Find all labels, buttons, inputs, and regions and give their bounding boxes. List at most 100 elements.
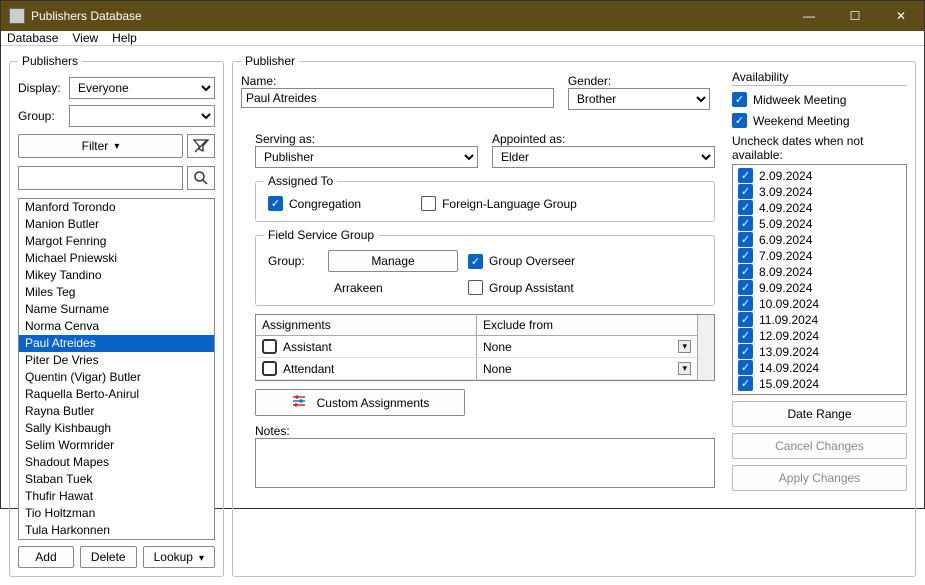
list-item[interactable]: Manion Butler: [19, 216, 214, 233]
dates-list[interactable]: 2.09.20243.09.2024 4.09.20245.09.20246.09…: [732, 164, 907, 395]
list-item[interactable]: Quentin (Vigar) Butler: [19, 369, 214, 386]
assignments-scrollbar[interactable]: [697, 315, 714, 380]
date-range-button[interactable]: Date Range: [732, 401, 907, 427]
delete-button[interactable]: Delete: [80, 546, 137, 568]
assignment-row: AttendantNone▾: [256, 358, 697, 380]
list-item[interactable]: Thufir Hawat: [19, 488, 214, 505]
search-input[interactable]: [18, 166, 183, 190]
assignments-header: Assignments: [256, 315, 477, 335]
checkbox-checked-icon: [738, 312, 753, 327]
list-item[interactable]: Manford Torondo: [19, 199, 214, 216]
checkbox-unchecked-icon: [421, 196, 436, 211]
list-item[interactable]: Raquella Berto-Anirul: [19, 386, 214, 403]
menu-view[interactable]: View: [72, 31, 98, 45]
date-row[interactable]: 4.09.2024: [736, 200, 903, 215]
group-label: Group:: [18, 109, 63, 123]
list-item[interactable]: Margot Fenring: [19, 233, 214, 250]
dropdown-icon[interactable]: ▾: [678, 362, 691, 375]
list-item[interactable]: Tula Harkonnen: [19, 522, 214, 539]
list-item[interactable]: Sally Kishbaugh: [19, 420, 214, 437]
list-item[interactable]: Tio Holtzman: [19, 505, 214, 522]
list-item[interactable]: Shadout Mapes: [19, 454, 214, 471]
date-row[interactable]: 9.09.2024: [736, 280, 903, 295]
serving-select[interactable]: Publisher: [255, 146, 478, 168]
date-label: 11.09.2024: [759, 313, 818, 327]
weekend-checkbox[interactable]: Weekend Meeting: [732, 113, 907, 128]
foreign-language-checkbox[interactable]: Foreign-Language Group: [421, 196, 577, 211]
uncheck-hint: Uncheck dates when not available:: [732, 134, 907, 162]
exclude-cell[interactable]: None▾: [477, 336, 697, 357]
checkbox-checked-icon: [738, 376, 753, 391]
gender-select[interactable]: Brother: [568, 88, 710, 110]
lookup-button[interactable]: Lookup: [143, 546, 215, 568]
group-select[interactable]: [69, 105, 215, 127]
exclude-cell[interactable]: None▾: [477, 358, 697, 379]
maximize-button[interactable]: ☐: [832, 1, 878, 31]
congregation-checkbox[interactable]: Congregation: [268, 196, 361, 211]
group-assistant-label: Group Assistant: [489, 281, 574, 295]
list-item[interactable]: Staban Tuek: [19, 471, 214, 488]
date-label: 4.09.2024: [759, 201, 812, 215]
date-row[interactable]: 14.09.2024: [736, 360, 903, 375]
availability-panel: Availability Midweek Meeting Weekend Mee…: [732, 70, 907, 491]
date-row[interactable]: 7.09.2024: [736, 248, 903, 263]
date-row[interactable]: 12.09.2024: [736, 328, 903, 343]
window-title: Publishers Database: [31, 9, 786, 23]
date-row[interactable]: 5.09.2024: [736, 216, 903, 231]
publishers-list[interactable]: Manford TorondoManion ButlerMargot Fenri…: [18, 198, 215, 540]
add-button[interactable]: Add: [18, 546, 74, 568]
assignment-row: AssistantNone▾: [256, 336, 697, 358]
list-item[interactable]: Piter De Vries: [19, 352, 214, 369]
notes-textarea[interactable]: [255, 438, 715, 488]
list-item[interactable]: Name Surname: [19, 301, 214, 318]
list-item[interactable]: Michael Pniewski: [19, 250, 214, 267]
exclude-value: None: [483, 340, 678, 354]
custom-assignments-label: Custom Assignments: [317, 396, 430, 410]
date-row[interactable]: 2.09.2024: [736, 168, 903, 183]
serving-label: Serving as:: [255, 132, 478, 146]
close-button[interactable]: ✕: [878, 1, 924, 31]
custom-assignments-button[interactable]: Custom Assignments: [255, 389, 465, 416]
name-input[interactable]: [241, 88, 554, 108]
list-item[interactable]: Selim Wormrider: [19, 437, 214, 454]
minimize-button[interactable]: —: [786, 1, 832, 31]
date-row[interactable]: 8.09.2024: [736, 264, 903, 279]
filter-button[interactable]: Filter: [18, 134, 183, 158]
date-row[interactable]: 15.09.2024: [736, 376, 903, 391]
date-row[interactable]: 13.09.2024: [736, 344, 903, 359]
exclude-header: Exclude from: [477, 315, 697, 335]
fsg-legend: Field Service Group: [264, 228, 378, 242]
display-select[interactable]: Everyone: [69, 77, 215, 99]
list-item[interactable]: Rayna Butler: [19, 403, 214, 420]
menu-help[interactable]: Help: [112, 31, 137, 45]
cancel-changes-button[interactable]: Cancel Changes: [732, 433, 907, 459]
notes-label: Notes:: [255, 424, 715, 438]
search-button[interactable]: [187, 166, 215, 190]
group-overseer-checkbox[interactable]: Group Overseer: [468, 254, 575, 269]
midweek-checkbox[interactable]: Midweek Meeting: [732, 92, 907, 107]
dropdown-icon[interactable]: ▾: [678, 340, 691, 353]
list-item[interactable]: Mikey Tandino: [19, 267, 214, 284]
list-item[interactable]: Miles Teg: [19, 284, 214, 301]
group-assistant-checkbox[interactable]: Group Assistant: [468, 280, 574, 295]
list-item[interactable]: Paul Atreides: [19, 335, 214, 352]
checkbox-checked-icon: [738, 248, 753, 263]
midweek-label: Midweek Meeting: [753, 93, 846, 107]
appointed-label: Appointed as:: [492, 132, 715, 146]
checkbox-checked-icon: [738, 264, 753, 279]
apply-changes-button[interactable]: Apply Changes: [732, 465, 907, 491]
date-row[interactable]: 6.09.2024: [736, 232, 903, 247]
date-row[interactable]: 3.09.2024: [736, 184, 903, 199]
date-row[interactable]: 10.09.2024: [736, 296, 903, 311]
appointed-select[interactable]: Elder: [492, 146, 715, 168]
menu-database[interactable]: Database: [7, 31, 58, 45]
assign-checkbox[interactable]: [262, 361, 277, 376]
list-item[interactable]: Norma Cenva: [19, 318, 214, 335]
date-row[interactable]: 11.09.2024: [736, 312, 903, 327]
manage-group-button[interactable]: Manage: [328, 250, 458, 272]
date-label: 2.09.2024: [759, 169, 812, 183]
clear-filter-button[interactable]: [187, 134, 215, 158]
date-label: 9.09.2024: [759, 281, 812, 295]
group-overseer-label: Group Overseer: [489, 254, 575, 268]
assign-checkbox[interactable]: [262, 339, 277, 354]
